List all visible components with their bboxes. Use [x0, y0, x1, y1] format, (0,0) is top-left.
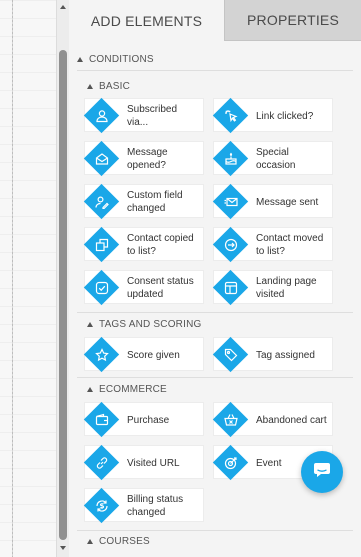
divider: [77, 377, 353, 378]
tags-scoring-section-header[interactable]: TAGS AND SCORING: [87, 318, 201, 330]
move-arrow-icon: [217, 231, 245, 259]
chat-button[interactable]: [301, 451, 343, 493]
person-edit-icon: [88, 188, 116, 216]
collapse-triangle-icon: [77, 56, 83, 62]
element-label: Billing status changed: [127, 494, 184, 518]
link-icon: [88, 449, 116, 477]
check-circle-icon: [88, 274, 116, 302]
basic-section-header[interactable]: BASIC: [87, 80, 130, 92]
element-label: Message opened?: [127, 147, 168, 171]
cursor-click-icon: [217, 102, 245, 130]
element-score-given[interactable]: Score given: [83, 336, 204, 373]
workflow-canvas[interactable]: [0, 0, 57, 557]
scroll-down-arrow-icon[interactable]: [60, 546, 66, 550]
panel-tabs: ADD ELEMENTS PROPERTIES: [69, 0, 361, 41]
element-consent-status-updated[interactable]: Consent status updated: [83, 269, 204, 306]
dollar-refresh-icon: [88, 492, 116, 520]
basket-x-icon: [217, 406, 245, 434]
conditions-label: CONDITIONS: [89, 53, 154, 65]
divider: [77, 530, 353, 531]
collapse-triangle-icon: [87, 538, 93, 544]
element-label: Visited URL: [127, 457, 180, 469]
element-landing-page-visited[interactable]: Landing page visited: [212, 269, 333, 306]
element-contact-copied[interactable]: Contact copied to list?: [83, 226, 204, 263]
courses-section-header[interactable]: COURSES: [87, 535, 150, 547]
element-label: Link clicked?: [256, 110, 314, 122]
element-purchase[interactable]: Purchase: [83, 401, 204, 438]
collapse-triangle-icon: [87, 83, 93, 89]
collapse-triangle-icon: [87, 386, 93, 392]
divider: [77, 70, 353, 71]
chat-bubble-icon: [313, 462, 331, 483]
element-label: Abandoned cart: [256, 414, 327, 426]
canvas-grid-line: [12, 0, 13, 557]
person-icon: [88, 102, 116, 130]
element-label: Purchase: [127, 414, 170, 426]
element-label: Landing page visited: [256, 276, 317, 300]
envelope-open-icon: [88, 145, 116, 173]
divider: [77, 312, 353, 313]
layout-icon: [217, 274, 245, 302]
wallet-icon: [88, 406, 116, 434]
target-icon: [217, 449, 245, 477]
section-label: COURSES: [99, 535, 150, 547]
scroll-up-arrow-icon[interactable]: [60, 5, 66, 9]
star-icon: [88, 341, 116, 369]
element-link-clicked[interactable]: Link clicked?: [212, 97, 333, 134]
ecommerce-section-header[interactable]: ECOMMERCE: [87, 383, 167, 395]
element-visited-url[interactable]: Visited URL: [83, 444, 204, 481]
element-contact-moved[interactable]: Contact moved to list?: [212, 226, 333, 263]
section-label: ECOMMERCE: [99, 383, 167, 395]
element-label: Subscribed via...: [127, 104, 178, 128]
element-tag-assigned[interactable]: Tag assigned: [212, 336, 333, 373]
section-label: TAGS AND SCORING: [99, 318, 202, 330]
section-label: BASIC: [99, 80, 131, 92]
scrollbar-thumb[interactable]: [59, 50, 67, 540]
element-label: Contact copied to list?: [127, 233, 194, 257]
element-subscribed-via[interactable]: Subscribed via...: [83, 97, 204, 134]
collapse-triangle-icon: [87, 321, 93, 327]
element-custom-field-changed[interactable]: Custom field changed: [83, 183, 204, 220]
tab-add-elements[interactable]: ADD ELEMENTS: [69, 0, 224, 41]
copy-icon: [88, 231, 116, 259]
element-label: Tag assigned: [256, 349, 315, 361]
tab-properties[interactable]: PROPERTIES: [224, 0, 361, 41]
element-abandoned-cart[interactable]: Abandoned cart: [212, 401, 333, 438]
element-billing-status-changed[interactable]: Billing status changed: [83, 487, 204, 524]
element-message-opened[interactable]: Message opened?: [83, 140, 204, 177]
tag-icon: [217, 341, 245, 369]
element-label: Consent status updated: [127, 276, 194, 300]
element-label: Score given: [127, 349, 180, 361]
conditions-header[interactable]: CONDITIONS: [77, 52, 154, 66]
element-label: Message sent: [256, 196, 319, 208]
element-label: Custom field changed: [127, 190, 183, 214]
element-label: Special occasion: [256, 147, 296, 171]
element-message-sent[interactable]: Message sent: [212, 183, 333, 220]
element-special-occasion[interactable]: Special occasion: [212, 140, 333, 177]
element-label: Contact moved to list?: [256, 233, 324, 257]
envelope-sent-icon: [217, 188, 245, 216]
cake-icon: [217, 145, 245, 173]
